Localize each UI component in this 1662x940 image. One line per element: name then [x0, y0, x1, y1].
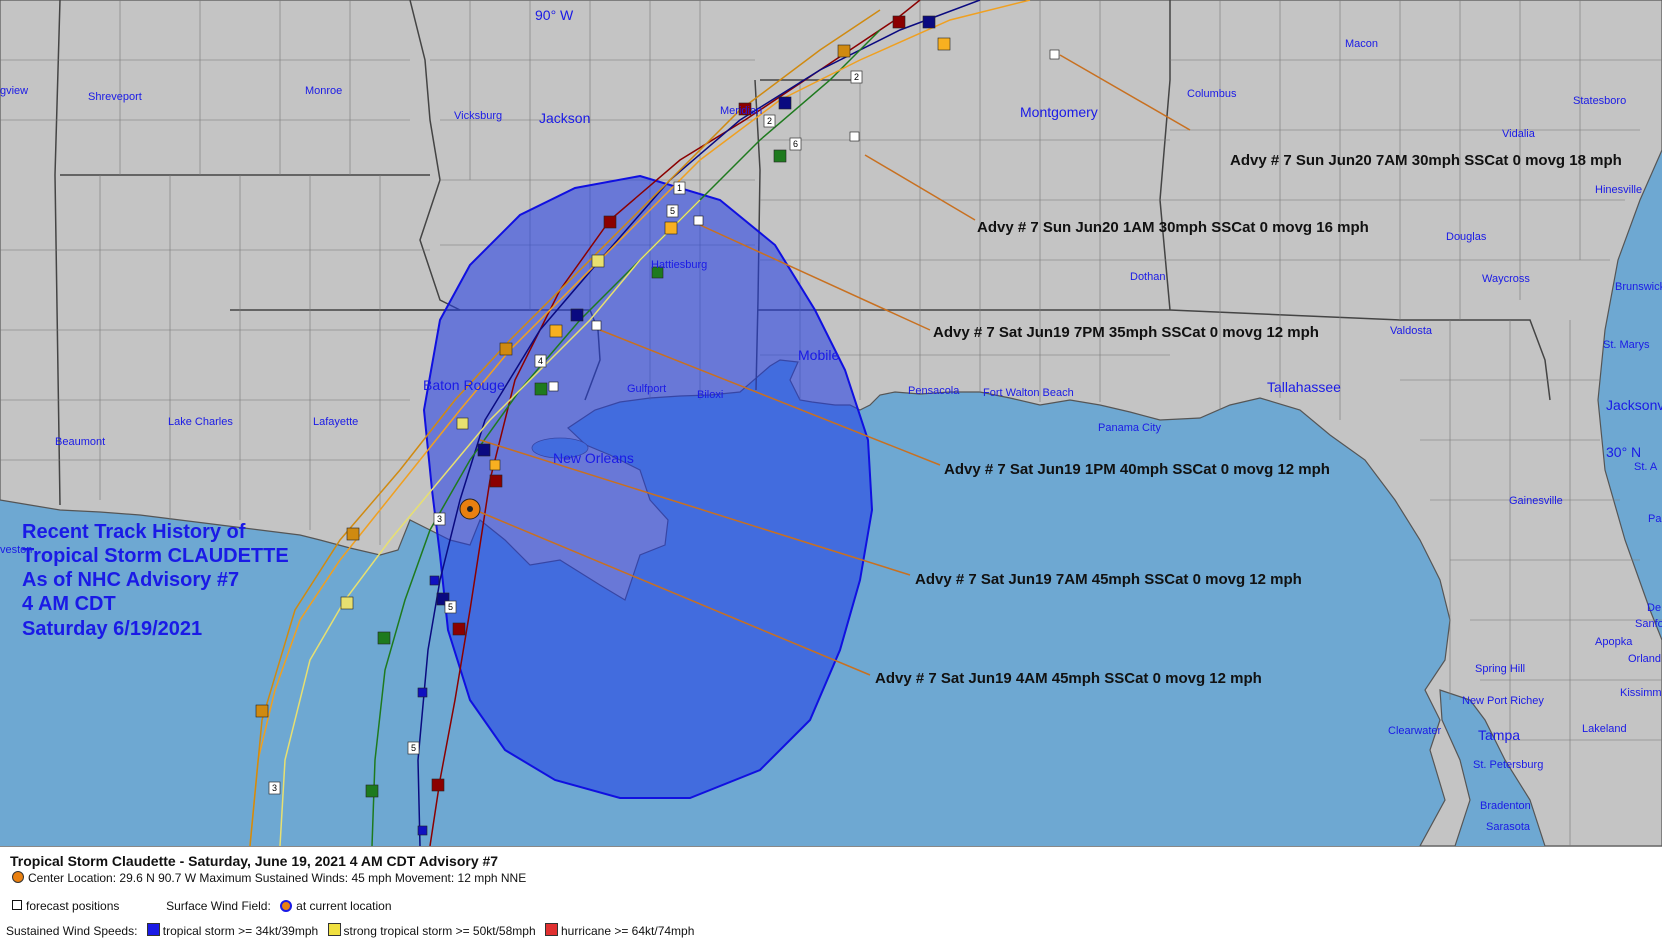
city-label: Gainesville [1509, 495, 1563, 507]
history-title-line: Saturday 6/19/2021 [22, 618, 202, 640]
tropical-storm-label: tropical storm >= 34kt/39mph [162, 924, 319, 938]
surface-wind-field-label: Surface Wind Field: [166, 899, 271, 913]
current-location-marker [459, 498, 481, 520]
city-label: Biloxi [697, 389, 723, 401]
city-label: Beaumont [55, 436, 105, 448]
strong-tropical-storm-label: strong tropical storm >= 50kt/58mph [343, 924, 536, 938]
city-label: St. A [1634, 461, 1658, 473]
city-label: Monroe [305, 85, 342, 97]
city-label: St. Petersburg [1473, 759, 1543, 771]
hurricane-swatch [544, 923, 558, 936]
city-label: Columbus [1187, 88, 1237, 100]
advisory-label: Advy # 7 Sat Jun19 1PM 40mph SSCat 0 mov… [944, 461, 1330, 478]
center-location-icon [12, 871, 24, 883]
forecast-day-label: 3 [437, 514, 442, 524]
city-label: Apopka [1595, 636, 1633, 648]
city-label: Vidalia [1502, 128, 1536, 140]
city-label: Douglas [1446, 231, 1487, 243]
city-label: Lake Charles [168, 416, 233, 428]
advisory-label: Advy # 7 Sat Jun19 7PM 35mph SSCat 0 mov… [933, 324, 1319, 341]
city-label: Sarasota [1486, 821, 1531, 833]
at-current-location-label: at current location [296, 899, 392, 913]
advisory-label: Advy # 7 Sun Jun20 7AM 30mph SSCat 0 mov… [1230, 152, 1622, 169]
wind-field-icon [280, 900, 293, 912]
city-label: Orland [1628, 653, 1661, 665]
legend-wind-speeds-row: Sustained Wind Speeds: tropical storm >=… [6, 923, 694, 938]
city-label: St. Marys [1603, 339, 1650, 351]
city-label: Jackson [539, 110, 590, 126]
forecast-day-label: 3 [272, 783, 277, 793]
center-location-text: Center Location: 29.6 N 90.7 W Maximum S… [28, 871, 527, 885]
advisory-label: Advy # 7 Sat Jun19 7AM 45mph SSCat 0 mov… [915, 571, 1302, 588]
storm-track-map: 1 2 2 4 5 6 3 3 5 5 90° W 30° N Shrevepo… [0, 0, 1662, 846]
city-label: Macon [1345, 38, 1378, 50]
forecast-day-label: 5 [411, 743, 416, 753]
hurricane-label: hurricane >= 64kt/74mph [560, 924, 695, 938]
advisory-label: Advy # 7 Sat Jun19 4AM 45mph SSCat 0 mov… [875, 670, 1262, 687]
city-label: Gulfport [627, 383, 666, 395]
forecast-day-label: 5 [448, 602, 453, 612]
city-label: Lafayette [313, 416, 358, 428]
city-label: Lakeland [1582, 723, 1627, 735]
advisory-label: Advy # 7 Sun Jun20 1AM 30mph SSCat 0 mov… [977, 219, 1369, 236]
longitude-label: 90° W [535, 7, 574, 23]
forecast-day-label: 5 [670, 206, 675, 216]
forecast-day-label: 2 [767, 116, 772, 126]
city-label: Kissimm [1620, 687, 1662, 699]
strong-tropical-storm-swatch [327, 923, 341, 936]
city-label: Pensacola [908, 385, 960, 397]
legend-title: Tropical Storm Claudette - Saturday, Jun… [10, 853, 499, 869]
city-label: Panama City [1098, 422, 1161, 434]
city-label: Valdosta [1390, 325, 1433, 337]
city-label: Fort Walton Beach [983, 387, 1074, 399]
sustained-wind-label: Sustained Wind Speeds: [6, 924, 138, 938]
city-label: Hinesville [1595, 184, 1642, 196]
legend-forecast-row: forecast positions Surface Wind Field: a… [12, 899, 392, 913]
forecast-day-label: 2 [854, 72, 859, 82]
city-label: Brunswick [1615, 281, 1662, 293]
city-label: Tampa [1478, 727, 1520, 743]
city-label: New Orleans [553, 450, 634, 466]
history-title-line: 4 AM CDT [22, 593, 116, 615]
map-legend: Tropical Storm Claudette - Saturday, Jun… [0, 846, 1662, 940]
city-label: Hattiesburg [651, 259, 707, 271]
city-label: New Port Richey [1462, 695, 1544, 707]
forecast-position-icon [12, 900, 22, 910]
city-label: Waycross [1482, 273, 1530, 285]
city-label: Bradenton [1480, 800, 1531, 812]
city-label: Dothan [1130, 271, 1165, 283]
city-label: De [1647, 602, 1661, 614]
city-label: Baton Rouge [423, 377, 505, 393]
tropical-storm-swatch [146, 923, 160, 936]
city-label: Spring Hill [1475, 663, 1525, 675]
city-label: Jacksonville [1606, 397, 1662, 413]
latitude-label: 30° N [1606, 444, 1641, 460]
forecast-day-label: 6 [793, 139, 798, 149]
forecast-day-label: 1 [677, 183, 682, 193]
city-label: gview [0, 85, 28, 97]
city-label: Meridian [720, 105, 762, 117]
city-label: Montgomery [1020, 104, 1098, 120]
city-label: Pa [1648, 513, 1662, 525]
city-label: Shreveport [88, 91, 142, 103]
history-title-line: Recent Track History of [22, 521, 246, 543]
city-label: Vicksburg [454, 110, 502, 122]
city-label: Statesboro [1573, 95, 1626, 107]
forecast-day-label: 4 [538, 356, 543, 366]
city-label: Sanfo [1635, 618, 1662, 630]
legend-center-line: Center Location: 29.6 N 90.7 W Maximum S… [12, 871, 526, 885]
history-title-line: Tropical Storm CLAUDETTE [22, 545, 289, 567]
history-title-line: As of NHC Advisory #7 [22, 569, 239, 591]
city-label: Tallahassee [1267, 379, 1341, 395]
city-label: Clearwater [1388, 725, 1442, 737]
forecast-positions-label: forecast positions [26, 899, 120, 913]
city-label: Mobile [798, 347, 839, 363]
